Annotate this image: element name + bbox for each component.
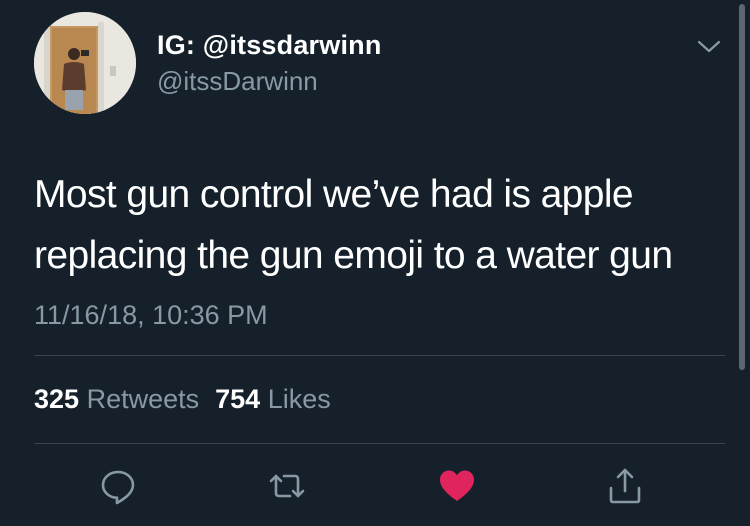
scrollbar[interactable] bbox=[739, 4, 745, 370]
likes-label: Likes bbox=[267, 384, 331, 414]
retweets-count: 325 bbox=[34, 384, 80, 414]
likes-stat[interactable]: 754 Likes bbox=[215, 384, 331, 414]
share-button[interactable] bbox=[605, 466, 645, 506]
retweet-button[interactable] bbox=[267, 466, 307, 506]
tweet-detail: IG: @itssdarwinn @itssDarwinn Most gun c… bbox=[0, 0, 750, 526]
reply-button[interactable] bbox=[98, 466, 138, 506]
retweets-label: Retweets bbox=[86, 384, 200, 414]
tweet-timestamp: 11/16/18, 10:36 PM bbox=[34, 300, 268, 330]
reply-icon bbox=[101, 470, 135, 505]
heart-icon bbox=[440, 470, 474, 501]
share-icon bbox=[609, 468, 641, 504]
retweets-stat[interactable]: 325 Retweets bbox=[34, 384, 199, 414]
likes-count: 754 bbox=[215, 384, 261, 414]
avatar[interactable] bbox=[34, 12, 136, 114]
like-button[interactable] bbox=[437, 466, 477, 506]
chevron-down-icon[interactable] bbox=[694, 34, 724, 58]
display-name[interactable]: IG: @itssdarwinn bbox=[157, 30, 382, 61]
divider bbox=[34, 355, 725, 356]
user-handle[interactable]: @itssDarwinn bbox=[157, 66, 318, 97]
tweet-text: Most gun control we’ve had is apple repl… bbox=[34, 173, 673, 277]
retweet-icon bbox=[269, 474, 305, 498]
divider bbox=[34, 443, 725, 444]
engagement-stats: 325 Retweets 754 Likes bbox=[34, 384, 331, 415]
